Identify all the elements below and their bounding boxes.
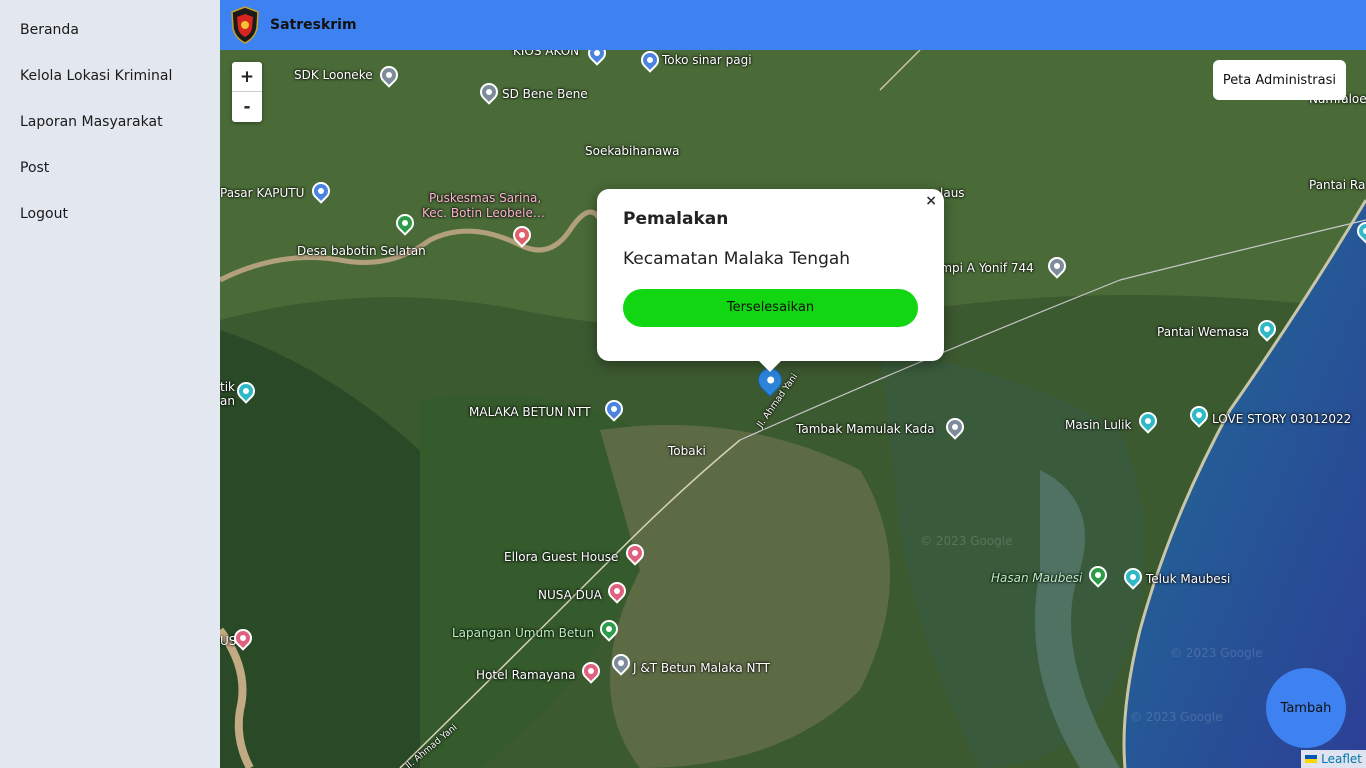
map-canvas[interactable]: © 2023 Google © 2023 Google © 2023 Googl… bbox=[220, 50, 1366, 768]
map-place-label: Toko sinar pagi bbox=[662, 53, 752, 67]
sidebar-item-post[interactable]: Post bbox=[0, 156, 220, 202]
leaflet-link[interactable]: Leaflet bbox=[1321, 752, 1362, 766]
map-place-label: Hotel Ramayana bbox=[476, 668, 576, 682]
map-place-label: Lapangan Umum Betun bbox=[452, 626, 595, 640]
map-place-label: J &T Betun Malaka NTT bbox=[633, 661, 770, 675]
sidebar-item-beranda[interactable]: Beranda bbox=[0, 18, 220, 64]
map-place-label: Ellora Guest House bbox=[504, 550, 619, 564]
map-place-label: Soekabihanawa bbox=[585, 144, 680, 158]
map-place-label: KIOS AKON bbox=[513, 50, 580, 58]
map-place-label: Desa babotin Selatan bbox=[297, 244, 426, 258]
app-title: Satreskrim bbox=[270, 17, 357, 33]
zoom-out-button[interactable]: - bbox=[232, 92, 262, 122]
map-attribution: Leaflet bbox=[1301, 750, 1366, 768]
add-button[interactable]: Tambah bbox=[1266, 668, 1346, 748]
map-watermark: © 2023 Google bbox=[1170, 646, 1263, 660]
map-place-label: Pantai Ra bbox=[1309, 178, 1366, 192]
sidebar-item-logout[interactable]: Logout bbox=[0, 202, 220, 248]
map-place-label: Hasan Maubesi bbox=[991, 571, 1083, 585]
map-place-label: LOVE STORY 03012022 bbox=[1212, 412, 1352, 426]
police-badge-logo bbox=[231, 6, 259, 44]
sidebar: Beranda Kelola Lokasi Kriminal Laporan M… bbox=[0, 0, 220, 768]
zoom-control: + - bbox=[232, 62, 262, 122]
top-header: Satreskrim bbox=[220, 0, 1366, 50]
popup-title: Pemalakan bbox=[623, 209, 729, 229]
map-place-label: NUSA DUA bbox=[538, 588, 602, 602]
marker-popup: × Pemalakan Kecamatan Malaka Tengah Ters… bbox=[597, 189, 944, 372]
map-place-label: Tobaki bbox=[668, 444, 706, 458]
popup-close-button[interactable]: × bbox=[925, 193, 937, 209]
map-place-label: an bbox=[220, 394, 235, 408]
map-place-label: Tambak Mamulak Kada bbox=[796, 422, 935, 436]
map-watermark: © 2023 Google bbox=[920, 534, 1013, 548]
map-place-label: MALAKA BETUN NTT bbox=[469, 405, 591, 419]
sidebar-item-laporan-masyarakat[interactable]: Laporan Masyarakat bbox=[0, 110, 220, 156]
popup-district: Kecamatan Malaka Tengah bbox=[623, 249, 851, 269]
administrative-map-button[interactable]: Peta Administrasi bbox=[1212, 60, 1346, 100]
sidebar-menu: Beranda Kelola Lokasi Kriminal Laporan M… bbox=[0, 0, 220, 248]
map-place-label: Puskesmas Sarina, bbox=[429, 191, 542, 205]
map-place-label: Pantai Wemasa bbox=[1157, 325, 1250, 339]
sidebar-item-kelola-lokasi-kriminal[interactable]: Kelola Lokasi Kriminal bbox=[0, 64, 220, 110]
map-place-label: SDK Looneke bbox=[294, 68, 373, 82]
map-place-label: tik bbox=[220, 380, 235, 394]
map-place-label: Masin Lulik bbox=[1065, 418, 1132, 432]
map-place-label: Teluk Maubesi bbox=[1146, 572, 1231, 586]
status-badge[interactable]: Terselesaikan bbox=[623, 289, 918, 327]
map-place-label: Kec. Botin Leobele… bbox=[422, 206, 545, 220]
map-place-label: ompi A Yonif 744 bbox=[933, 261, 1034, 275]
zoom-in-button[interactable]: + bbox=[232, 62, 262, 92]
map-place-label: SD Bene Bene bbox=[502, 87, 588, 101]
map-watermark: © 2023 Google bbox=[1130, 710, 1223, 724]
ukraine-flag-icon bbox=[1305, 755, 1318, 763]
map-place-label: Pasar KAPUTU bbox=[220, 186, 305, 200]
